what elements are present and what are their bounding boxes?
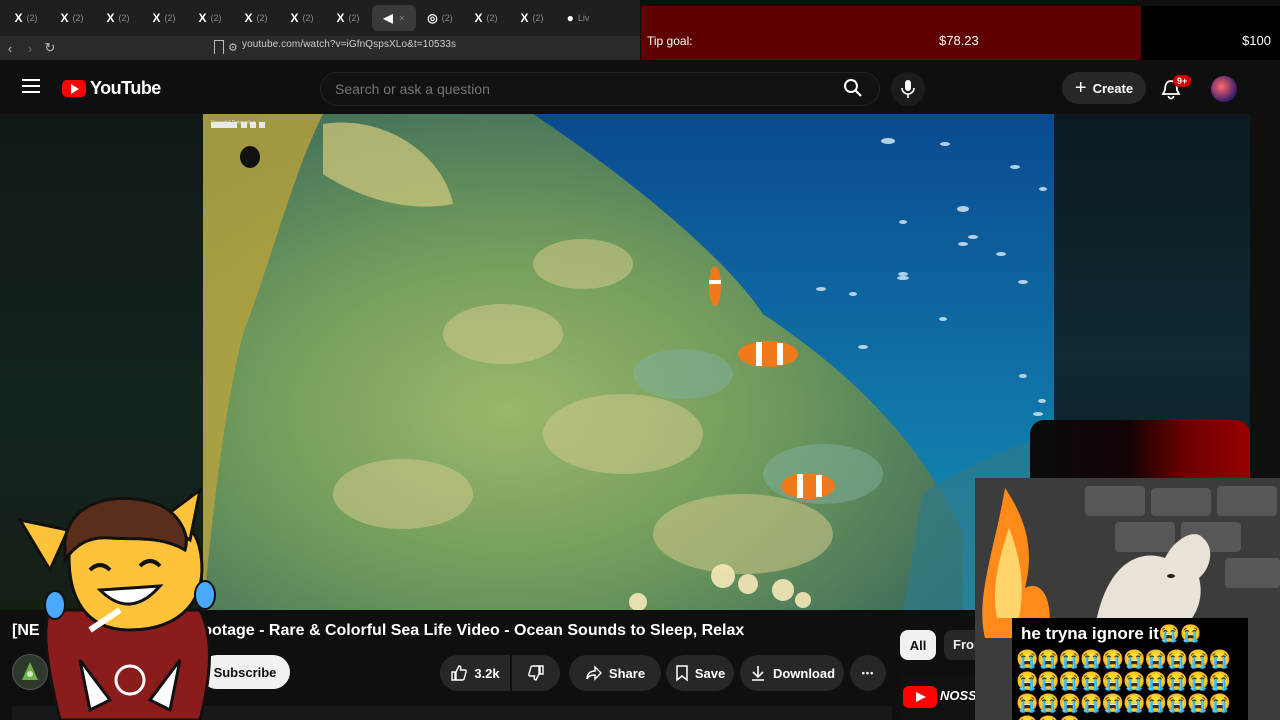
like-button[interactable]: 3.2k: [440, 655, 510, 691]
search-icon[interactable]: [843, 78, 863, 98]
bookmark-icon[interactable]: [214, 40, 224, 54]
youtube-play-logo-icon: [903, 686, 937, 708]
tab-label: (2): [532, 13, 544, 23]
tab-label: ×: [399, 13, 405, 23]
tab-label: (2): [302, 13, 314, 23]
browser-tab[interactable]: X (2): [280, 5, 324, 31]
browser-tab[interactable]: ◀ ×: [372, 5, 416, 31]
more-dots-icon: •••: [861, 668, 875, 678]
related-video-channel[interactable]: NOSS: [940, 688, 977, 703]
browser-tab[interactable]: ● Liv: [556, 5, 600, 31]
meme-overlay-frame-top: [1030, 420, 1250, 478]
tab-favicon-icon: X: [474, 11, 483, 25]
tab-favicon-icon: X: [336, 11, 345, 25]
channel-watermark: Peaceful Relaxation: [211, 120, 275, 140]
save-button[interactable]: Save: [666, 655, 734, 691]
download-button[interactable]: Download: [740, 655, 844, 691]
create-button-label: Create: [1092, 80, 1134, 96]
meme-caption-box: he tryna ignore it😭😭 😭😭😭😭😭😭😭😭😭😭😭😭😭😭😭😭😭😭😭…: [1012, 618, 1248, 720]
browser-tab[interactable]: X (2): [4, 5, 48, 31]
more-actions-button[interactable]: •••: [850, 655, 886, 691]
tab-label: (2): [26, 13, 38, 23]
browser-tab[interactable]: X (2): [326, 5, 370, 31]
tab-favicon-icon: X: [290, 11, 299, 25]
browser-tab[interactable]: X (2): [464, 5, 508, 31]
tab-favicon-icon: X: [520, 11, 529, 25]
tip-goal-target: $100: [1242, 33, 1271, 48]
share-arrow-icon: [586, 665, 602, 681]
share-label: Share: [608, 665, 646, 681]
bookmark-save-icon: [676, 665, 688, 682]
underwater-scene-image: [203, 114, 1054, 610]
notification-count-badge: 9+: [1173, 75, 1192, 87]
browser-tab[interactable]: X (2): [96, 5, 140, 31]
download-icon: [751, 666, 764, 681]
share-button[interactable]: Share: [569, 655, 661, 691]
reload-icon[interactable]: ↻: [40, 40, 60, 56]
thumbs-down-icon: [528, 665, 544, 681]
browser-tab[interactable]: X (2): [142, 5, 186, 31]
clownfish-2: [781, 473, 835, 499]
youtube-header: YouTube + Create 9+: [0, 60, 1280, 114]
tab-label: (2): [210, 13, 222, 23]
tab-favicon-icon: ●: [566, 11, 574, 25]
mascot-cat-avatar: [16, 486, 216, 720]
hamburger-menu-icon[interactable]: [22, 79, 40, 93]
browser-address-row: ‹ › ↻ ⚙ youtube.com/watch?v=iGfnQspsXLo&…: [0, 36, 640, 60]
forward-arrow-icon[interactable]: ›: [20, 41, 40, 56]
search-input[interactable]: [335, 81, 815, 97]
channel-watermark-logo: [211, 122, 265, 128]
save-label: Save: [694, 665, 726, 681]
youtube-logo-text: YouTube: [90, 78, 161, 98]
download-label: Download: [772, 665, 836, 681]
clownfish-3: [709, 266, 721, 306]
browser-tab[interactable]: X (2): [510, 5, 554, 31]
youtube-logo[interactable]: YouTube: [62, 78, 161, 99]
tip-goal-current: $78.23: [939, 33, 979, 48]
browser-tab[interactable]: X (2): [50, 5, 94, 31]
tab-label: (2): [256, 13, 268, 23]
filter-chip-all[interactable]: All: [900, 630, 936, 660]
dislike-button[interactable]: [512, 655, 560, 691]
tab-favicon-icon: X: [198, 11, 207, 25]
youtube-play-logo-icon: [62, 80, 86, 97]
screen: X (2) X (2) X (2) X (2) X (2) X (2) X (2) X (2) ◀ × ◎ (2) X…: [0, 0, 1280, 720]
tab-favicon-icon: ◎: [427, 11, 438, 25]
tab-label: (2): [118, 13, 130, 23]
tab-label: (2): [72, 13, 84, 23]
like-count: 3.2k: [474, 665, 500, 681]
meme-caption-text: he tryna ignore it😭😭: [1021, 624, 1202, 643]
create-button[interactable]: + Create: [1062, 72, 1146, 104]
dark-fish: [240, 146, 260, 168]
tab-label: (2): [164, 13, 176, 23]
tab-label: (2): [348, 13, 360, 23]
tab-favicon-icon: X: [152, 11, 161, 25]
address-bar-url[interactable]: youtube.com/watch?v=iGfnQspsXLo&t=10533s: [242, 39, 456, 50]
tab-favicon-icon: X: [244, 11, 253, 25]
tab-label: Liv: [577, 13, 590, 23]
browser-tab[interactable]: X (2): [188, 5, 232, 31]
search-box[interactable]: [320, 72, 880, 106]
tab-label: (2): [486, 13, 498, 23]
tab-label: (2): [441, 13, 453, 23]
site-settings-icon[interactable]: ⚙: [228, 41, 238, 54]
tab-favicon-icon: ◀: [383, 11, 396, 25]
browser-tab[interactable]: ◎ (2): [418, 5, 462, 31]
clownfish-1: [738, 341, 798, 367]
tab-favicon-icon: X: [106, 11, 115, 25]
tip-goal-label: Tip goal:: [647, 34, 693, 48]
account-avatar[interactable]: [1211, 76, 1237, 102]
microphone-icon[interactable]: [891, 72, 925, 106]
video-player[interactable]: Peaceful Relaxation: [203, 114, 1054, 610]
tab-favicon-icon: X: [60, 11, 69, 25]
tab-favicon-icon: X: [14, 11, 23, 25]
browser-tab-strip: X (2) X (2) X (2) X (2) X (2) X (2) X (2) X (2) ◀ × ◎ (2) X…: [0, 0, 640, 36]
plus-icon: +: [1074, 77, 1087, 99]
meme-emoji-rows: 😭😭😭😭😭😭😭😭😭😭😭😭😭😭😭😭😭😭😭😭😭😭😭😭😭😭😭😭😭😭😭😭😭: [1016, 649, 1231, 720]
thumbs-up-icon: [451, 665, 468, 681]
back-arrow-icon[interactable]: ‹: [0, 41, 20, 56]
browser-tab[interactable]: X (2): [234, 5, 278, 31]
